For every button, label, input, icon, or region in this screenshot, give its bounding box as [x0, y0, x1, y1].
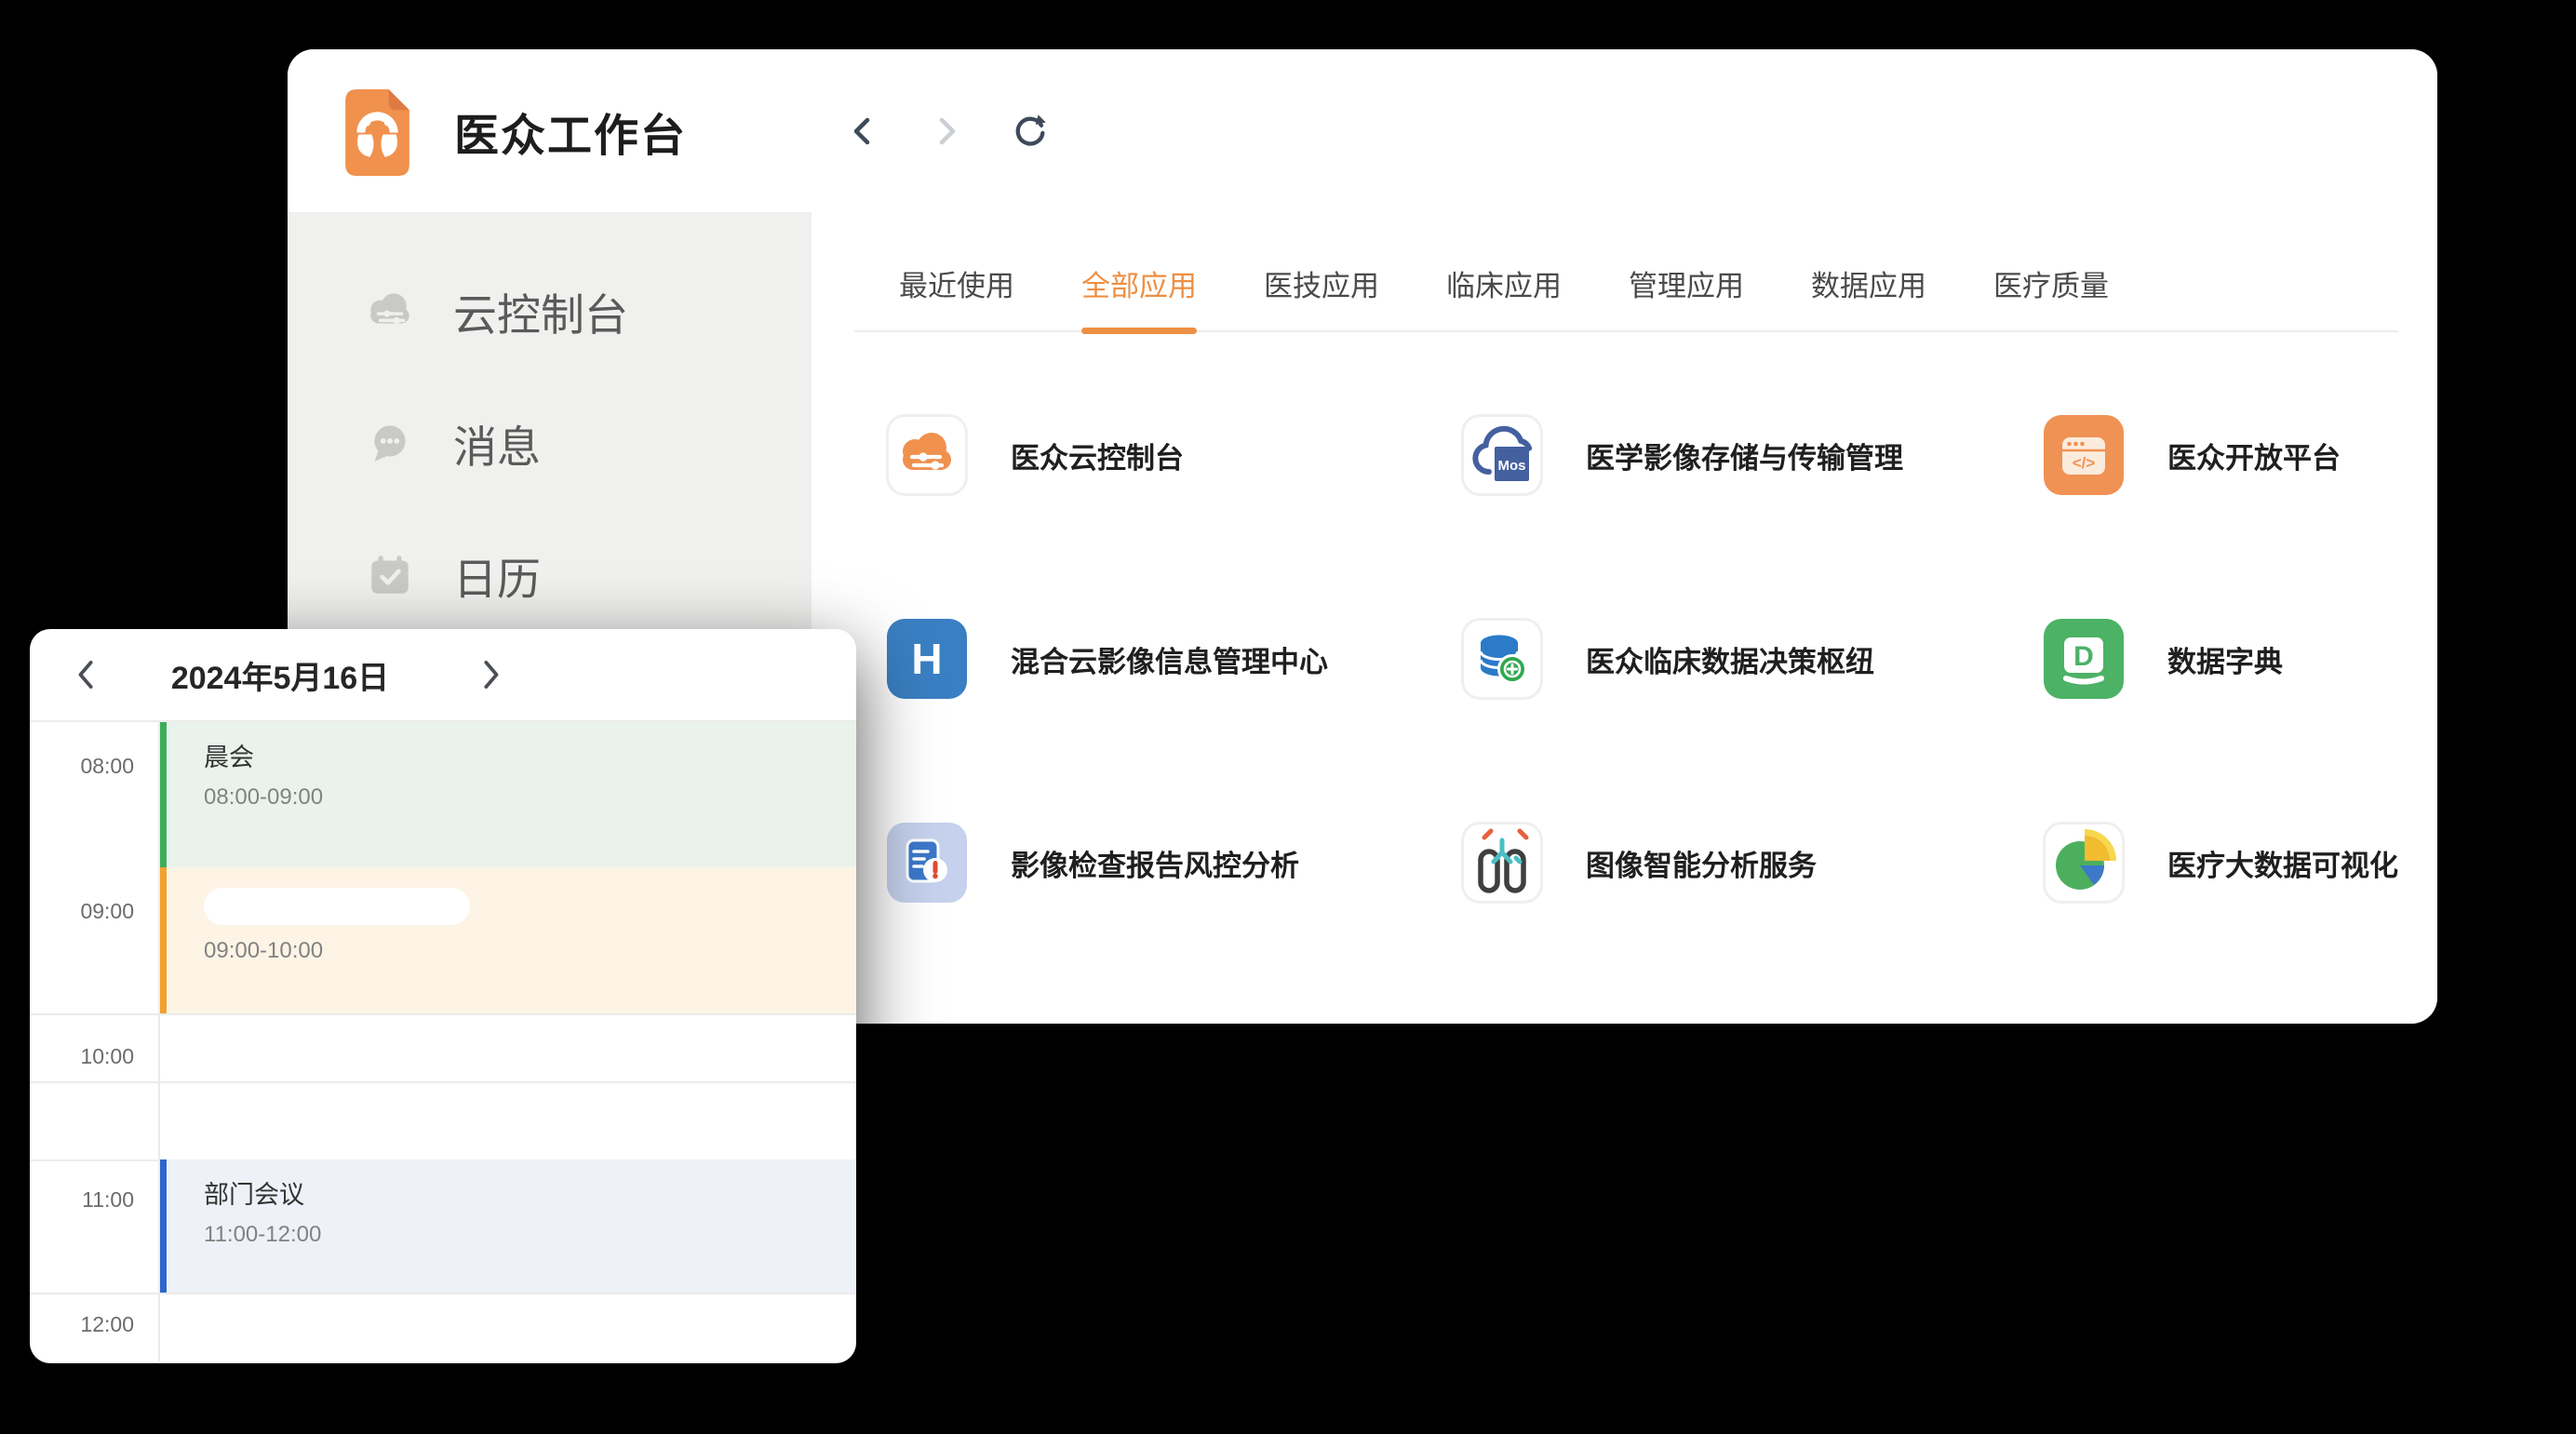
forward-button[interactable]: [927, 112, 966, 151]
calendar-prev-button[interactable]: [71, 654, 102, 695]
cloud-console-icon: [364, 285, 416, 337]
d-letter-text: D: [2073, 641, 2094, 672]
hour-gridline: [30, 1293, 856, 1294]
time-label: 08:00: [30, 754, 134, 779]
time-label: 11:00: [30, 1187, 134, 1213]
sidebar-item-messages[interactable]: 消息: [288, 409, 812, 476]
app-hybrid-cloud-center[interactable]: H 混合云影像信息管理中心: [886, 618, 1461, 700]
app-grid: 医众云控制台 Mos 医学影像存储与传输管理: [886, 414, 2400, 904]
calendar-next-button[interactable]: [475, 654, 506, 695]
app-clinical-data-hub[interactable]: 医众临床数据决策枢纽: [1461, 618, 2043, 700]
tab-data[interactable]: 数据应用: [1811, 262, 1926, 330]
tabs: 最近使用 全部应用 医技应用 临床应用 管理应用 数据应用 医疗质量: [854, 262, 2398, 330]
redacted-title-pill: [204, 888, 470, 925]
time-label: 12:00: [30, 1312, 134, 1337]
titlebar: 医众工作台: [288, 49, 2437, 212]
app-label: 医众临床数据决策枢纽: [1586, 638, 1874, 680]
code-glyph-text: </>: [2073, 454, 2096, 472]
time-label: 09:00: [30, 899, 134, 924]
forward-icon: [928, 113, 965, 150]
calendar-date-label: 2024年5月16日: [127, 652, 434, 698]
screenshot-stage: 医众工作台: [0, 0, 2576, 1434]
refresh-button[interactable]: [1011, 112, 1050, 151]
calendar-panel: 2024年5月16日 08:00 09:00 10:00 11:00 12:00…: [30, 629, 856, 1363]
app-big-data-visualization[interactable]: 医疗大数据可视化: [2043, 822, 2400, 904]
messages-icon: [364, 417, 416, 469]
event-time-range: 09:00-10:00: [204, 938, 856, 964]
lungs-icon: [1461, 822, 1543, 904]
tab-medtech[interactable]: 医技应用: [1264, 262, 1379, 330]
tab-all-apps[interactable]: 全部应用: [1081, 262, 1197, 330]
calendar-header: 2024年5月16日: [30, 629, 856, 722]
pie-chart-icon: [2043, 822, 2125, 904]
app-title: 医众工作台: [454, 99, 687, 164]
app-label: 医学影像存储与传输管理: [1586, 435, 1903, 476]
hybrid-cloud-h-icon: H: [886, 618, 968, 700]
event-redacted[interactable]: 09:00-10:00: [160, 867, 856, 1013]
event-time-range: 08:00-09:00: [204, 784, 856, 811]
tab-quality[interactable]: 医疗质量: [1993, 262, 2109, 330]
h-letter-text: H: [911, 635, 942, 683]
app-label: 医疗大数据可视化: [2167, 842, 2398, 884]
content-area: 最近使用 全部应用 医技应用 临床应用 管理应用 数据应用 医疗质量: [812, 212, 2437, 1024]
app-image-ai-service[interactable]: 图像智能分析服务: [1461, 822, 2043, 904]
open-platform-code-icon: </>: [2043, 414, 2125, 496]
database-plus-icon: [1461, 618, 1543, 700]
sidebar-item-label: 日历: [453, 543, 541, 608]
tab-clinical[interactable]: 临床应用: [1446, 262, 1562, 330]
calendar-day-grid: 08:00 09:00 10:00 11:00 12:00 晨会 08:00-0…: [30, 722, 856, 1361]
app-imaging-storage[interactable]: Mos 医学影像存储与传输管理: [1461, 414, 2043, 496]
report-alert-icon: [886, 822, 968, 904]
app-label: 数据字典: [2167, 638, 2283, 680]
time-label: 10:00: [30, 1044, 134, 1069]
event-title: 晨会: [204, 737, 856, 773]
app-label: 混合云影像信息管理中心: [1011, 638, 1328, 680]
app-cloud-console[interactable]: 医众云控制台: [886, 414, 1461, 496]
tab-bar: 最近使用 全部应用 医技应用 临床应用 管理应用 数据应用 医疗质量: [854, 212, 2398, 332]
app-data-dictionary[interactable]: D 数据字典: [2043, 618, 2400, 700]
event-morning-meeting[interactable]: 晨会 08:00-09:00: [160, 722, 856, 867]
app-label: 医众开放平台: [2167, 435, 2341, 476]
back-icon: [844, 113, 881, 150]
app-label: 影像检查报告风控分析: [1011, 842, 1299, 884]
sidebar-item-calendar[interactable]: 日历: [288, 542, 812, 609]
cloud-sliders-icon: [886, 414, 968, 496]
chevron-right-icon: [476, 654, 504, 695]
app-label: 医众云控制台: [1011, 435, 1184, 476]
event-time-range: 11:00-12:00: [204, 1222, 856, 1248]
sidebar-item-cloud-console[interactable]: 云控制台: [288, 277, 812, 344]
cloud-mos-icon: Mos: [1461, 414, 1543, 496]
refresh-icon: [1011, 111, 1050, 152]
event-title: 部门会议: [204, 1174, 856, 1211]
chevron-left-icon: [73, 654, 101, 695]
tab-management[interactable]: 管理应用: [1629, 262, 1744, 330]
sidebar-item-label: 云控制台: [453, 279, 628, 343]
mos-badge-text: Mos: [1498, 458, 1526, 474]
hour-gridline: [30, 1081, 856, 1083]
hour-gridline: [30, 1013, 856, 1015]
nav-buttons: [843, 112, 1050, 151]
app-report-risk-analysis[interactable]: 影像检查报告风控分析: [886, 822, 1461, 904]
event-department-meeting[interactable]: 部门会议 11:00-12:00: [160, 1159, 856, 1293]
calendar-icon: [364, 549, 416, 601]
tab-recent[interactable]: 最近使用: [899, 262, 1014, 330]
dictionary-book-icon: D: [2043, 618, 2125, 700]
app-open-platform[interactable]: </> 医众开放平台: [2043, 414, 2400, 496]
app-label: 图像智能分析服务: [1586, 842, 1817, 884]
app-logo-icon: [332, 86, 423, 176]
sidebar-item-label: 消息: [453, 411, 541, 476]
back-button[interactable]: [843, 112, 882, 151]
